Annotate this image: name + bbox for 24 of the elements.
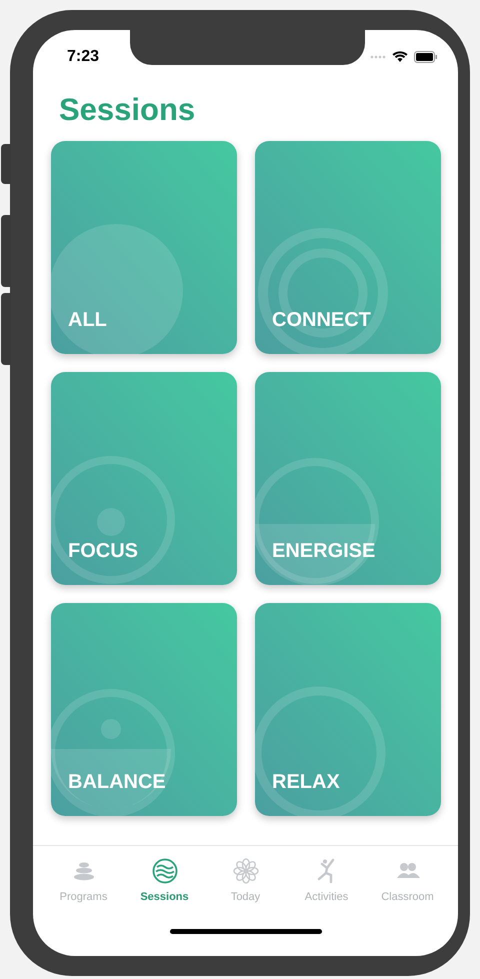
signal-icon (370, 55, 386, 59)
battery-icon (414, 51, 438, 63)
page-title: Sessions (59, 91, 196, 130)
session-card[interactable]: ALL (51, 141, 237, 354)
card-label: RELAX (272, 770, 340, 795)
tab-label[interactable]: Sessions (140, 889, 189, 906)
session-card[interactable]: FOCUS (51, 372, 237, 585)
session-card[interactable]: BALANCE (51, 603, 237, 816)
tab-label[interactable]: Today (230, 889, 260, 906)
card-label: ALL (68, 308, 107, 333)
session-card[interactable]: CONNECT (255, 141, 441, 354)
waves-circle-icon[interactable] (152, 858, 178, 884)
wifi-icon (392, 51, 408, 63)
session-card[interactable]: RELAX (255, 603, 441, 816)
card-label: BALANCE (68, 770, 166, 795)
tab-label[interactable]: Programs (60, 889, 108, 906)
session-card[interactable]: ENERGISE (255, 372, 441, 585)
flower-icon[interactable] (232, 858, 258, 884)
card-label: CONNECT (272, 308, 371, 333)
tab-label[interactable]: Activities (304, 889, 348, 906)
tab-label[interactable]: Classroom (381, 889, 434, 906)
status-time: 7:23 (67, 47, 100, 67)
card-label: ENERGISE (272, 539, 376, 564)
card-label: FOCUS (68, 539, 138, 564)
